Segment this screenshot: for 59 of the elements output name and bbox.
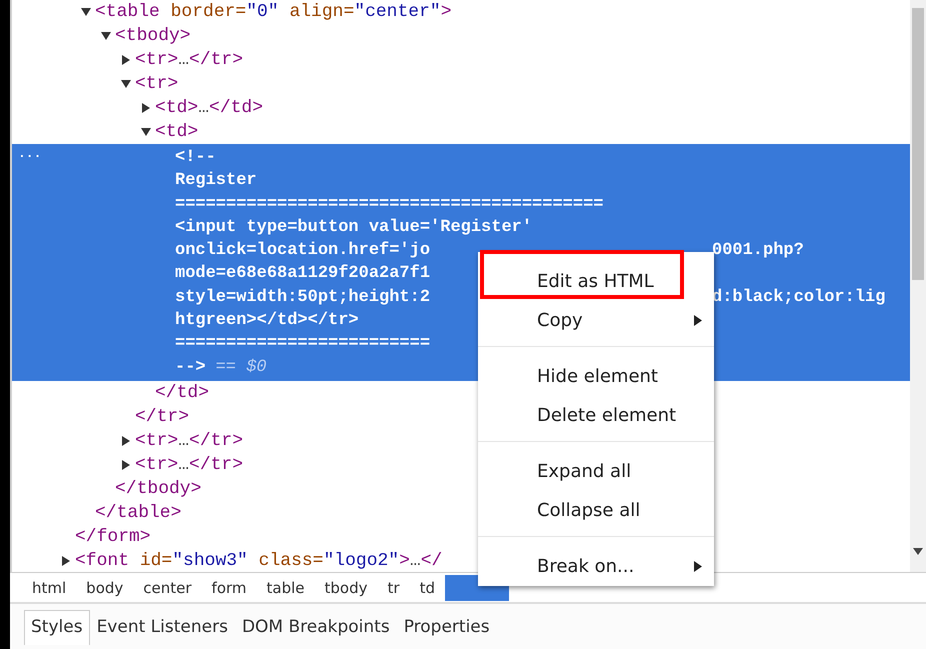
- code-line: <input type=button value='Register': [175, 218, 532, 237]
- scrollbar-thumb[interactable]: [912, 8, 924, 280]
- menu-item[interactable]: Hide element: [537, 366, 658, 387]
- menu-item[interactable]: Edit as HTML: [537, 271, 654, 292]
- collapsed-arrow-icon[interactable]: [121, 460, 131, 470]
- expanded-arrow-icon[interactable]: [81, 7, 91, 17]
- breadcrumb-item[interactable]: form: [202, 572, 257, 602]
- console-reference: == $0: [216, 358, 267, 377]
- code-line: d:black;color:lig: [712, 286, 886, 309]
- menu-item[interactable]: Break on...: [537, 556, 634, 577]
- code-line: Register: [175, 171, 257, 190]
- more-actions-ellipsis[interactable]: ...: [18, 146, 42, 162]
- scroll-down-icon[interactable]: [913, 548, 923, 556]
- dom-node-text[interactable]: <table border="0" align="center">: [95, 0, 452, 24]
- panel-tab[interactable]: Properties: [396, 610, 497, 644]
- collapsed-arrow-icon[interactable]: [141, 103, 151, 113]
- menu-item[interactable]: Collapse all: [537, 500, 640, 521]
- dom-node-text[interactable]: <tr>…</tr>: [135, 428, 244, 453]
- dom-node-text[interactable]: <tbody>: [115, 24, 191, 48]
- code-line: <!--: [175, 148, 216, 167]
- breadcrumb-item[interactable]: center: [133, 572, 202, 602]
- dom-node-text[interactable]: </td>: [155, 380, 210, 405]
- breadcrumb-item[interactable]: html: [22, 572, 76, 602]
- breadcrumb-item[interactable]: body: [76, 572, 134, 602]
- panel-tab[interactable]: DOM Breakpoints: [234, 610, 397, 644]
- code-line: mode=e68e68a1129f20a2a7f1: [175, 264, 430, 284]
- code-line: =========================: [175, 334, 430, 354]
- code-line: htgreen></td></tr>: [175, 311, 359, 330]
- breadcrumb-item[interactable]: table: [256, 572, 315, 602]
- code-line: onclick=location.href='jo: [175, 241, 430, 260]
- code-line: style=width:50pt;height:2: [175, 288, 430, 307]
- breadcrumb-item[interactable]: tr: [378, 572, 410, 602]
- scrollbar[interactable]: [910, 0, 926, 572]
- panel-tab[interactable]: Styles: [24, 610, 90, 644]
- dom-node-text[interactable]: <tr>…</tr>: [135, 48, 244, 72]
- collapsed-arrow-icon[interactable]: [121, 436, 131, 446]
- collapsed-arrow-icon[interactable]: [121, 55, 131, 65]
- dom-node-text[interactable]: </tr>: [135, 404, 190, 429]
- code-line: ==========================================: [175, 194, 604, 214]
- menu-item[interactable]: Delete element: [537, 405, 676, 426]
- dom-node-text[interactable]: </tbody>: [115, 476, 202, 501]
- dom-node-text[interactable]: <td>…</td>: [155, 96, 264, 120]
- dom-node-text[interactable]: <tr>…</tr>: [135, 452, 244, 477]
- code-line: -->: [175, 358, 206, 377]
- collapsed-arrow-icon[interactable]: [61, 556, 71, 566]
- expanded-arrow-icon[interactable]: [101, 31, 111, 41]
- code-line: 0001.php?: [712, 240, 804, 262]
- panel-tab[interactable]: Event Listeners: [90, 610, 235, 644]
- expanded-arrow-icon[interactable]: [121, 79, 131, 89]
- expanded-arrow-icon[interactable]: [141, 127, 151, 137]
- dom-node-text[interactable]: </table>: [95, 500, 182, 525]
- breadcrumb-item[interactable]: tbody: [314, 572, 378, 602]
- dom-node-text[interactable]: <td>: [155, 120, 198, 144]
- dom-node-text[interactable]: <font id="show3" class="logo2">…</: [75, 548, 442, 572]
- dom-node-text[interactable]: </form>: [75, 524, 151, 549]
- menu-item[interactable]: Copy: [537, 310, 583, 331]
- breadcrumb-item[interactable]: td: [410, 572, 445, 602]
- menu-item[interactable]: Expand all: [537, 461, 632, 482]
- dom-node-text[interactable]: <tr>: [135, 72, 178, 96]
